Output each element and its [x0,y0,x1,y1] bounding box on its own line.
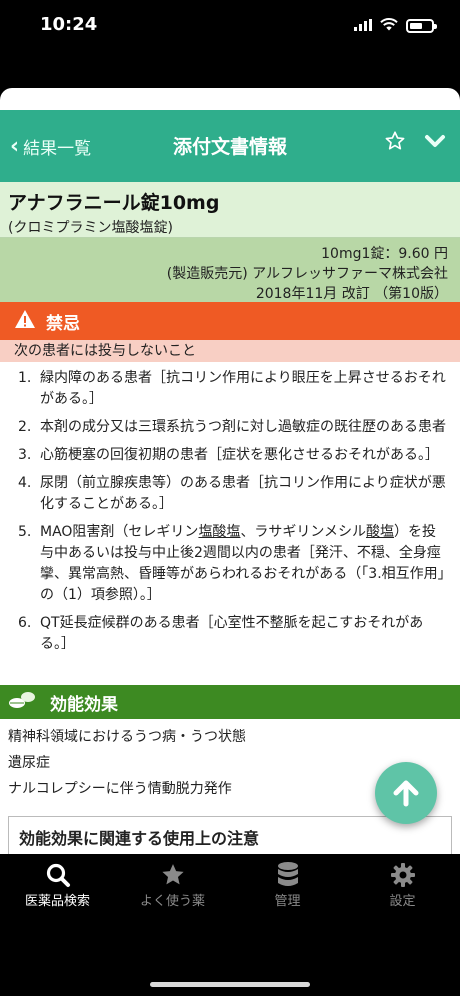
drug-name: アナフラニール錠10mg [8,192,220,214]
chevron-down-icon [425,135,445,147]
home-indicator [150,982,310,987]
drug-meta: 10mg1錠：9.60 円 (製造販売元) アルフレッサファーマ株式会社 201… [0,238,460,302]
collapse-button[interactable] [422,128,448,154]
tab-drug-search[interactable]: 医薬品検索 [0,860,115,916]
linked-term[interactable]: 塩酸塩 [198,524,240,540]
effects-header: 効能効果 [0,685,460,719]
linked-term[interactable]: 酸塩 [366,524,394,540]
search-icon [0,860,115,890]
drug-price: 10mg1錠：9.60 円 [321,246,448,262]
favorite-star-button[interactable] [384,130,406,158]
tab-label: 設定 [389,894,416,909]
status-time: 10:24 [40,14,98,35]
chevron-left-icon: ‹ [10,133,20,159]
tab-manage[interactable]: 管理 [230,860,345,916]
list-item: 4. 尿閉（前立腺疾患等）のある患者［抗コリン作用により症状が悪化することがある… [18,475,446,512]
warning-icon [14,309,36,333]
scroll-top-button[interactable] [375,762,437,824]
tab-bar: 医薬品検索 よく使う薬 管理 設定 [0,854,460,996]
back-label: 結果一覧 [23,139,92,159]
pills-icon [8,688,36,716]
effects-title: 効能効果 [50,694,118,715]
nav-bar: ‹ 結果一覧 添付文書情報 [0,110,460,182]
arrow-up-icon [393,780,419,807]
contraindication-header: 禁忌 [0,302,460,340]
drug-revision: 2018年11月 改訂 （第10版） [255,286,448,302]
star-outline-icon [385,131,405,150]
list-item: 5. MAO阻害剤（セレギリン塩酸塩、ラサギリンメシル酸塩）を投与中あるいは投与… [18,524,445,603]
drug-generic-name: (クロミプラミン塩酸塩錠) [8,220,173,236]
tab-favorites[interactable]: よく使う薬 [115,860,230,916]
back-button[interactable]: ‹ 結果一覧 [10,134,91,159]
list-item: 2. 本剤の成分又は三環系抗うつ剤に対し過敏症の既往歴のある患者 [18,419,446,435]
star-icon [115,860,230,890]
contraindication-title: 禁忌 [46,313,80,334]
wifi-icon [380,16,398,35]
tab-settings[interactable]: 設定 [345,860,460,916]
list-item: 1. 緑内障のある患者［抗コリン作用により眼圧を上昇させるおそれがある。］ [18,370,446,407]
contraindication-list: 1. 緑内障のある患者［抗コリン作用により眼圧を上昇させるおそれがある。］ 2.… [18,368,446,662]
list-item: 3. 心筋梗塞の回復初期の患者［症状を悪化させるおそれがある。］ [18,447,439,463]
tab-label: よく使う薬 [139,894,205,909]
gear-icon [345,860,460,890]
effects-note-box: 効能効果に関連する使用上の注意 [8,816,452,854]
drug-maker: (製造販売元) アルフレッサファーマ株式会社 [166,266,448,282]
database-icon [230,860,345,890]
drug-header: アナフラニール錠10mg (クロミプラミン塩酸塩錠) [0,182,460,238]
contraindication-subtitle: 次の患者には投与しないこと [0,340,460,362]
tab-label: 医薬品検索 [24,894,90,909]
status-bar: 10:24 [0,0,460,52]
document-sheet: ‹ 結果一覧 添付文書情報 アナフラニール錠10mg (クロミプラミン塩酸塩錠)… [0,88,460,854]
signal-icon [354,16,372,35]
tab-label: 管理 [274,894,301,909]
status-icons [354,16,437,35]
list-item: 6. QT延長症候群のある患者［心室性不整脈を起こすおそれがある。］ [18,615,424,652]
list-item: 精神科領域におけるうつ病・うつ状態 [8,729,246,745]
battery-icon [406,18,437,33]
